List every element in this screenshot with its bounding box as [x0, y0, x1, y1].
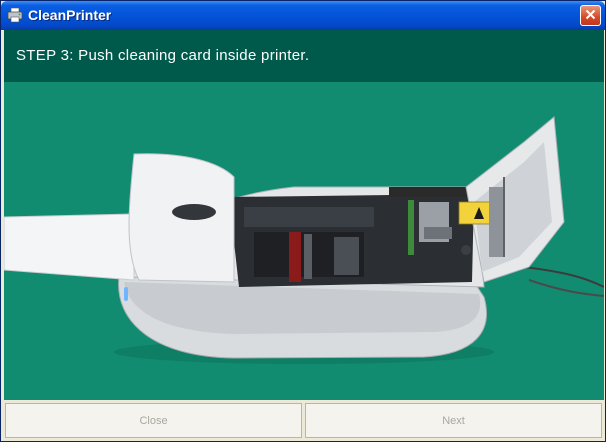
- next-button[interactable]: Next: [305, 403, 602, 438]
- window-close-button[interactable]: [580, 5, 601, 26]
- printer-icon: [7, 7, 23, 23]
- button-bar: Close Next: [4, 401, 604, 441]
- title-bar[interactable]: CleanPrinter: [1, 1, 605, 30]
- close-icon: [585, 7, 596, 25]
- printer-illustration: [4, 82, 604, 400]
- window-title: CleanPrinter: [28, 7, 112, 23]
- cleanprinter-window: CleanPrinter STEP 3: Push cleaning card …: [0, 0, 606, 442]
- printer-photo: [4, 116, 604, 364]
- close-button[interactable]: Close: [5, 403, 302, 438]
- step-instruction: STEP 3: Push cleaning card inside printe…: [16, 47, 310, 64]
- step-header: STEP 3: Push cleaning card inside printe…: [4, 30, 604, 82]
